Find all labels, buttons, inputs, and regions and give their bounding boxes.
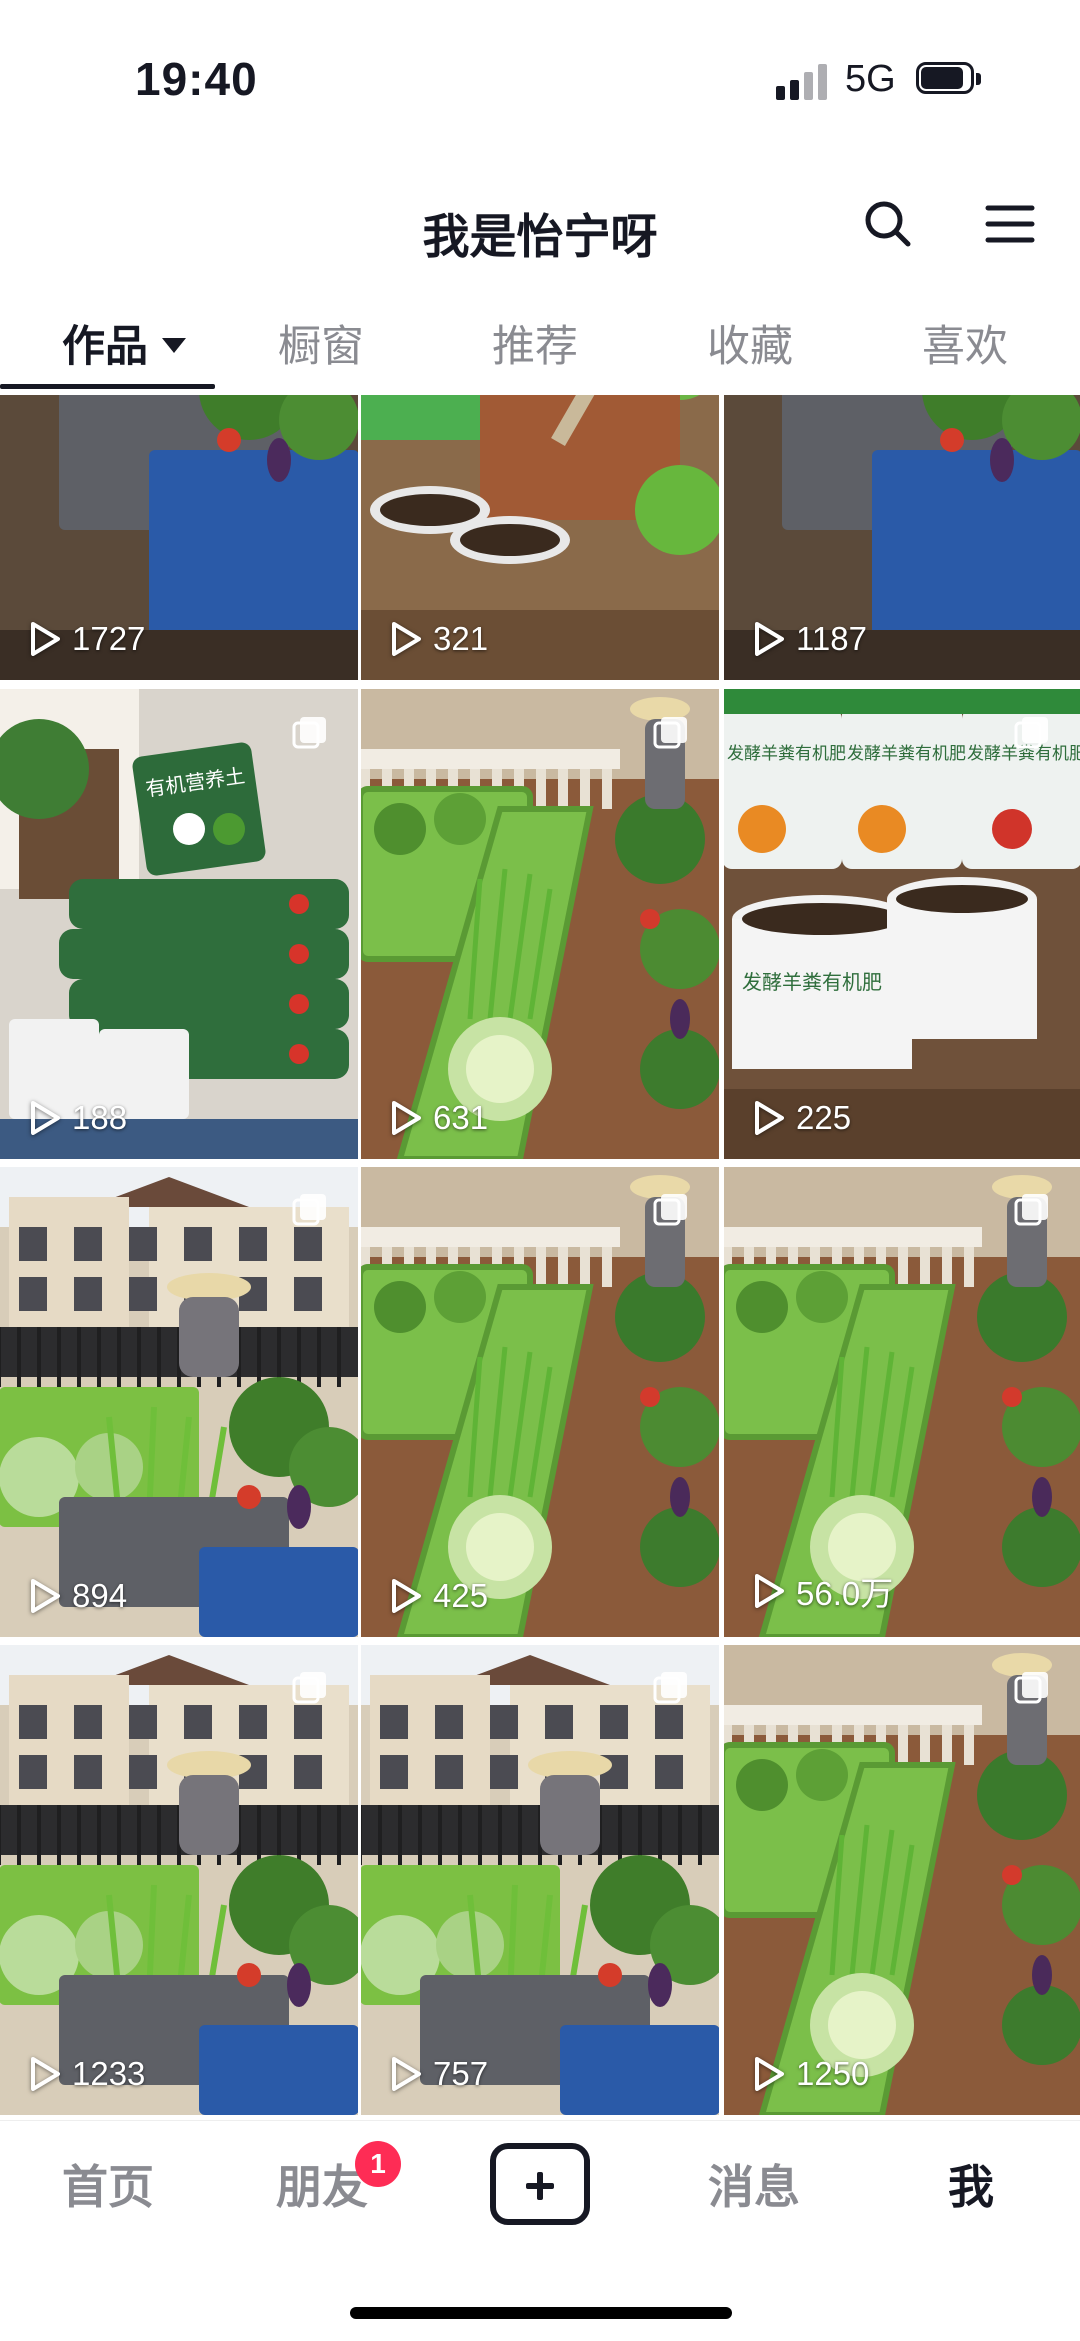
view-count-label: 188 [72,1099,128,1136]
tab-works-label: 作品 [62,323,148,371]
view-count-label: 894 [72,1577,128,1614]
svg-text:发酵羊粪有机肥: 发酵羊粪有机肥 [727,744,846,764]
thumbnail-image: 发酵羊粪有机肥 发酵羊粪有机肥 发酵羊粪有机肥 发酵羊粪有机肥 [724,689,1080,1159]
play-icon [31,622,60,656]
view-count-label: 1233 [72,2055,146,2092]
battery-icon [916,62,982,96]
view-count-label: 321 [433,620,489,657]
nav-home[interactable]: 首页 [62,2151,154,2217]
video-thumbnail[interactable]: 56.0万 [724,1162,1080,1637]
view-count: 1250 [752,2055,869,2093]
signal-icon [776,62,828,100]
multi-image-icon [1014,717,1048,749]
view-count: 631 [389,1099,488,1137]
play-icon [392,622,421,656]
video-thumbnail[interactable]: 有机营养土 188 [0,685,358,1159]
video-thumbnail[interactable]: 631 [361,685,719,1159]
view-count: 1727 [28,620,145,658]
play-icon [755,622,784,656]
view-count-label: 631 [433,1099,489,1136]
page-title: 我是怡宁呀 [422,210,658,263]
video-thumbnail[interactable]: 发酵羊粪有机肥 发酵羊粪有机肥 发酵羊粪有机肥 发酵羊粪有机肥 225 [724,685,1080,1159]
view-count-label: 1187 [796,620,867,657]
view-count-label: 757 [433,2055,489,2092]
video-thumbnail[interactable]: 1233 [0,1640,358,2115]
multi-image-icon [1014,1672,1048,1704]
thumbnail-image [0,1167,358,1637]
view-count: 757 [389,2055,488,2093]
view-count-label: 56.0万 [796,1575,894,1612]
multi-image-icon [653,1194,687,1226]
thumbnail-image [361,1167,719,1637]
video-thumbnail[interactable]: 894 [0,1162,358,1637]
view-count-label: 1250 [796,2055,870,2092]
tab-recommend[interactable]: 推荐 [492,312,578,374]
video-thumbnail[interactable]: 1187 [724,395,1080,680]
status-time: 19:40 [135,53,258,105]
play-icon [392,1101,421,1135]
menu-icon[interactable] [980,194,1040,254]
view-count: 321 [389,620,488,658]
thumbnail-image [361,1645,719,2115]
view-count-label: 1727 [72,620,146,657]
network-label: 5G [845,58,896,100]
tab-likes[interactable]: 喜欢 [922,312,1008,374]
view-count: 1187 [752,620,867,658]
thumbnail-image [361,689,719,1159]
search-icon[interactable] [858,194,918,254]
view-count: 425 [389,1577,488,1615]
thumbnail-image [724,1645,1080,2115]
bottom-nav: 首页 朋友 1 消息 我 [0,2120,1080,2261]
svg-text:发酵羊粪有机肥: 发酵羊粪有机肥 [742,970,882,994]
view-count-label: 425 [433,1577,489,1614]
thumbnail-image: 有机营养土 [0,689,358,1159]
view-count: 225 [752,1099,851,1137]
home-indicator [350,2307,732,2319]
view-count: 1233 [28,2055,145,2093]
video-thumbnail[interactable]: 1250 [724,1640,1080,2115]
video-thumbnail[interactable]: 1727 [0,395,358,680]
svg-text:发酵羊粪有机肥: 发酵羊粪有机肥 [847,744,966,764]
view-count: 188 [28,1099,127,1137]
video-thumbnail[interactable]: 425 [361,1162,719,1637]
profile-header: 我是怡宁呀 [0,170,1080,280]
thumbnail-image [724,1167,1080,1637]
play-icon [392,1579,421,1613]
status-bar: 19:40 5G [0,0,1080,150]
view-count: 894 [28,1577,127,1615]
multi-image-icon [1014,1194,1048,1226]
video-thumbnail[interactable]: 羊粪有机肥 321 [361,395,719,680]
multi-image-icon [292,1194,326,1226]
create-button[interactable] [490,2143,590,2225]
play-icon [755,1574,784,1608]
active-tab-indicator [0,384,215,389]
tab-works[interactable]: 作品 [62,312,186,374]
play-icon [392,2057,421,2091]
play-icon [31,1579,60,1613]
multi-image-icon [292,1672,326,1704]
tab-showcase[interactable]: 橱窗 [278,312,364,374]
video-thumbnail[interactable]: 757 [361,1640,719,2115]
play-icon [755,2057,784,2091]
view-count-label: 225 [796,1099,852,1136]
tab-favorites[interactable]: 收藏 [707,312,793,374]
multi-image-icon [653,1672,687,1704]
play-icon [755,1101,784,1135]
multi-image-icon [292,717,326,749]
thumbnail-image [0,1645,358,2115]
profile-tabs: 作品 橱窗 推荐 收藏 喜欢 [0,290,1080,390]
caret-down-icon [162,338,186,354]
nav-me[interactable]: 我 [948,2151,994,2217]
video-grid: 1727 羊粪有机肥 321 1187 有机营养土 [0,395,1080,2115]
friends-badge: 1 [355,2141,401,2187]
multi-image-icon [653,717,687,749]
play-icon [31,2057,60,2091]
nav-messages[interactable]: 消息 [708,2151,800,2217]
view-count: 56.0万 [752,1567,893,1615]
play-icon [31,1101,60,1135]
